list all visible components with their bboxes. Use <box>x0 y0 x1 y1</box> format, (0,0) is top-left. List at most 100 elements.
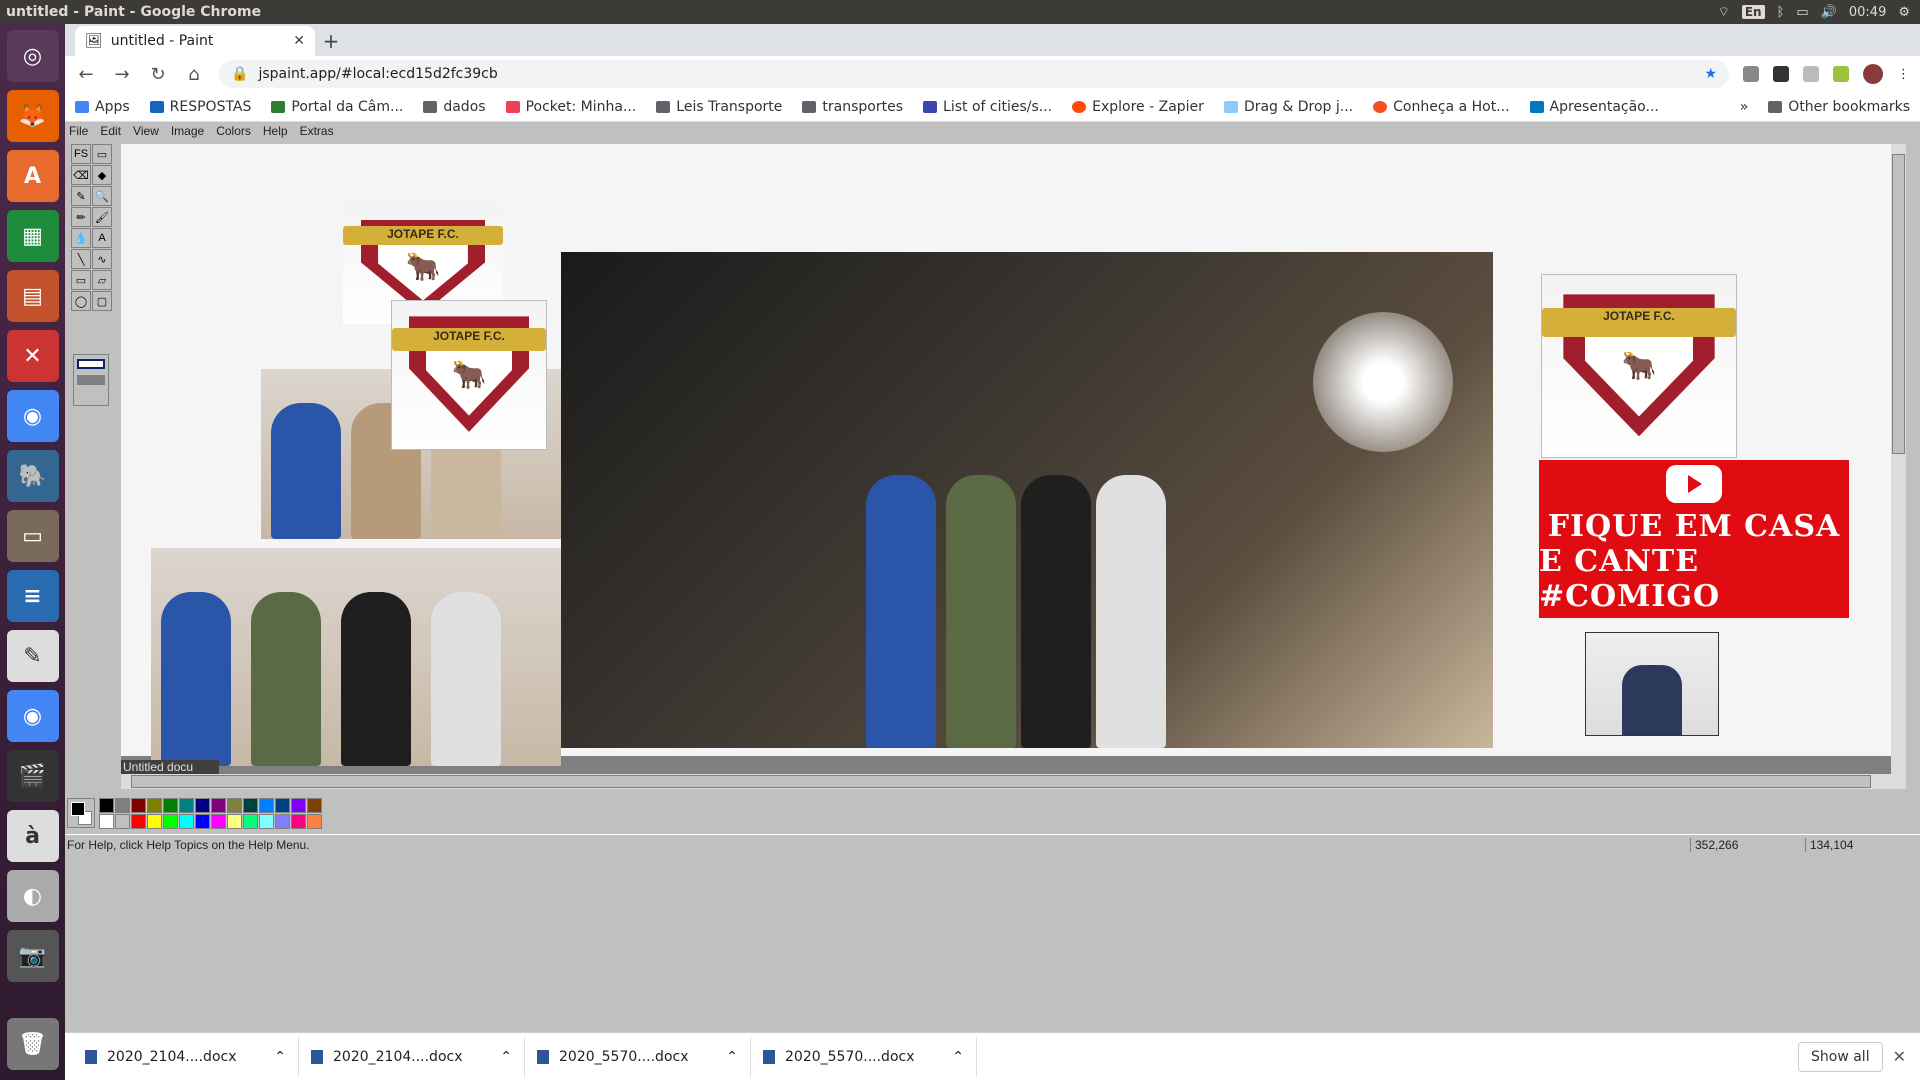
rect-select-tool[interactable]: ▭ <box>92 144 112 164</box>
menu-file[interactable]: File <box>69 124 88 138</box>
rounded-rectangle-tool[interactable]: ▢ <box>92 291 112 311</box>
extension-icon[interactable] <box>1743 66 1759 82</box>
scroll-thumb[interactable] <box>1892 154 1905 454</box>
horizontal-scrollbar[interactable] <box>121 774 1906 789</box>
download-item[interactable]: 2020_5570....docx ⌃ <box>751 1036 977 1077</box>
home-icon[interactable]: ⌂ <box>183 64 205 85</box>
color-swatch[interactable] <box>147 797 162 813</box>
current-colors[interactable] <box>67 798 95 828</box>
color-swatch[interactable] <box>211 797 226 813</box>
color-swatch[interactable] <box>307 813 322 829</box>
download-item[interactable]: 2020_5570....docx ⌃ <box>525 1036 751 1077</box>
settings-icon[interactable]: ✕ <box>6 330 59 382</box>
color-swatch[interactable] <box>163 813 178 829</box>
eraser-tool[interactable]: ⌫ <box>71 165 91 185</box>
new-tab-button[interactable]: + <box>315 26 347 56</box>
bookmark-folder[interactable]: transportes <box>802 99 903 115</box>
video-editor-icon[interactable]: 🎬 <box>6 750 59 802</box>
wifi-icon[interactable]: ⌔ <box>1718 4 1730 20</box>
fill-tool[interactable]: ◆ <box>92 165 112 185</box>
writer-icon[interactable]: ≡ <box>6 570 59 622</box>
bookmark-item[interactable]: RESPOSTAS <box>149 99 251 115</box>
pick-color-tool[interactable]: ✎ <box>71 186 91 206</box>
gear-icon[interactable]: ⚙ <box>1898 5 1910 20</box>
color-swatch[interactable] <box>115 797 130 813</box>
keyboard-language[interactable]: En <box>1741 5 1765 19</box>
color-swatch[interactable] <box>227 813 242 829</box>
curve-tool[interactable]: ∿ <box>92 249 112 269</box>
fill-style-outline[interactable] <box>77 359 105 369</box>
text-editor-icon[interactable]: ✎ <box>6 630 59 682</box>
color-swatch[interactable] <box>131 813 146 829</box>
battery-icon[interactable]: ▭ <box>1796 5 1808 20</box>
color-swatch[interactable] <box>259 813 274 829</box>
color-swatch[interactable] <box>195 813 210 829</box>
bookmark-item[interactable]: Conheça a Hot... <box>1373 99 1510 115</box>
bookmark-item[interactable]: Pocket: Minha... <box>505 99 636 115</box>
download-item[interactable]: 2020_2104....docx ⌃ <box>299 1036 525 1077</box>
download-item[interactable]: 2020_2104....docx ⌃ <box>73 1036 299 1077</box>
magnifier-tool[interactable]: 🔍 <box>92 186 112 206</box>
bookmark-folder[interactable]: dados <box>423 99 486 115</box>
forward-icon[interactable]: → <box>111 64 133 85</box>
color-swatch[interactable] <box>195 797 210 813</box>
ellipse-tool[interactable]: ◯ <box>71 291 91 311</box>
webcam-icon[interactable]: 📷 <box>6 930 59 982</box>
color-swatch[interactable] <box>275 797 290 813</box>
extension-icon[interactable] <box>1803 66 1819 82</box>
menu-kebab-icon[interactable]: ⋮ <box>1897 67 1910 82</box>
character-map-icon[interactable]: à <box>6 810 59 862</box>
chrome-beta-icon[interactable]: ◉ <box>6 690 59 742</box>
bookmarks-overflow-button[interactable]: » <box>1740 99 1749 115</box>
color-swatch[interactable] <box>259 797 274 813</box>
menu-colors[interactable]: Colors <box>216 124 251 138</box>
menu-edit[interactable]: Edit <box>100 124 121 138</box>
drawing-canvas[interactable]: 🐂 JOTAPE F.C. 🐂 JOTAPE F.C. 🐂 JOTAPE F.C… <box>121 144 1891 766</box>
menu-image[interactable]: Image <box>171 124 204 138</box>
color-swatch[interactable] <box>291 813 306 829</box>
color-swatch[interactable] <box>131 797 146 813</box>
close-tab-icon[interactable]: ✕ <box>293 33 305 49</box>
bookmark-item[interactable]: Portal da Câm... <box>271 99 403 115</box>
volume-icon[interactable]: 🔊 <box>1821 5 1837 20</box>
fill-style-filled[interactable] <box>77 375 105 385</box>
color-swatch[interactable] <box>163 797 178 813</box>
trash-icon[interactable]: 🗑 <box>6 1018 59 1070</box>
bookmark-item[interactable]: List of cities/s... <box>923 99 1052 115</box>
color-swatch[interactable] <box>243 813 258 829</box>
avatar[interactable] <box>1863 64 1883 84</box>
firefox-icon[interactable]: 🦊 <box>6 90 59 142</box>
menu-help[interactable]: Help <box>263 124 288 138</box>
extension-icon[interactable] <box>1833 66 1849 82</box>
foreground-color-swatch[interactable] <box>71 802 85 816</box>
ubuntu-dash-icon[interactable]: ◎ <box>6 30 59 82</box>
pencil-tool[interactable]: ✏ <box>71 207 91 227</box>
show-all-button[interactable]: Show all <box>1798 1041 1883 1072</box>
extension-icon[interactable] <box>1773 66 1789 82</box>
polygon-tool[interactable]: ▱ <box>92 270 112 290</box>
line-tool[interactable]: ╲ <box>71 249 91 269</box>
bookmark-item[interactable]: Explore - Zapier <box>1072 99 1204 115</box>
reload-icon[interactable]: ↻ <box>147 64 169 85</box>
color-swatch[interactable] <box>179 813 194 829</box>
chevron-up-icon[interactable]: ⌃ <box>500 1049 512 1065</box>
bookmark-item[interactable]: Drag & Drop j... <box>1223 99 1353 115</box>
tool-options[interactable] <box>73 354 109 406</box>
color-swatch[interactable] <box>275 813 290 829</box>
calc-icon[interactable]: ▦ <box>6 210 59 262</box>
bookmark-folder[interactable]: Leis Transporte <box>656 99 782 115</box>
color-swatch[interactable] <box>243 797 258 813</box>
bookmark-apps[interactable]: Apps <box>75 99 130 115</box>
files-icon[interactable]: ▭ <box>6 510 59 562</box>
other-bookmarks[interactable]: Other bookmarks <box>1768 99 1910 115</box>
color-swatch[interactable] <box>115 813 130 829</box>
color-swatch[interactable] <box>307 797 322 813</box>
rectangle-tool[interactable]: ▭ <box>71 270 91 290</box>
color-swatch[interactable] <box>227 797 242 813</box>
software-center-icon[interactable]: A <box>6 150 59 202</box>
airbrush-tool[interactable]: 💧 <box>71 228 91 248</box>
close-icon[interactable]: ✕ <box>1893 1047 1906 1066</box>
text-tool[interactable]: A <box>92 228 112 248</box>
color-swatch[interactable] <box>99 797 114 813</box>
brush-tool[interactable]: 🖌 <box>92 207 112 227</box>
